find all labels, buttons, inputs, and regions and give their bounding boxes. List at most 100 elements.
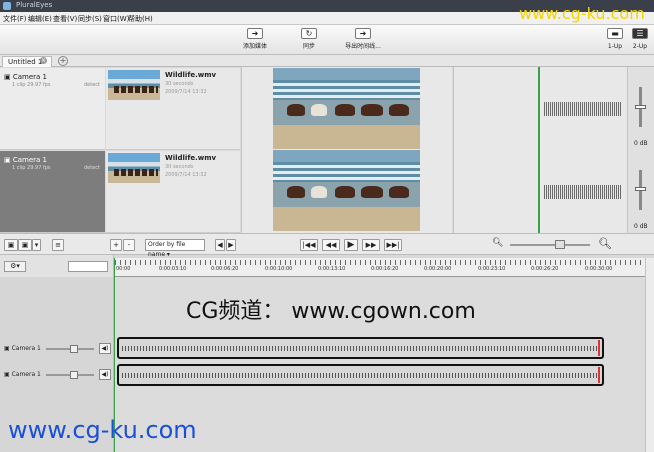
menu-sync[interactable]: 同步(S) bbox=[78, 14, 102, 24]
timeline-ruler[interactable]: 00:00 0:00:03:10 0:00:06:20 0:00:10:00 0… bbox=[115, 258, 654, 277]
camera-name: ▣ Camera 1 bbox=[4, 73, 47, 81]
ruler-label: 0:00:30:00 bbox=[585, 266, 613, 272]
ruler-label: 00:00 bbox=[116, 266, 131, 272]
timeline-clip[interactable] bbox=[117, 364, 604, 386]
ruler-label: 0:00:26:20 bbox=[531, 266, 559, 272]
next-icon[interactable]: ▶ bbox=[226, 239, 236, 251]
sync-button[interactable]: ↻ 同步 bbox=[284, 27, 334, 53]
speaker-icon[interactable]: ◀) bbox=[99, 343, 111, 354]
remove-button[interactable]: - bbox=[123, 239, 135, 251]
export-timeline-button[interactable]: ➜ 导出时间线... bbox=[338, 27, 388, 53]
menu-window[interactable]: 窗口(W) bbox=[103, 14, 129, 24]
track-name: ▣ Camera 1 bbox=[4, 371, 41, 378]
gear-icon[interactable]: ⚙▾ bbox=[4, 261, 26, 272]
go-end-icon[interactable]: ▶▶| bbox=[384, 239, 402, 251]
camera-add-icon[interactable]: ▣ bbox=[4, 239, 18, 251]
zoom-in-icon[interactable]: 🔍︎ bbox=[598, 237, 612, 250]
speaker-icon[interactable]: ◀) bbox=[99, 369, 111, 380]
camera-status: detect bbox=[84, 165, 100, 171]
camera-name: ▣ Camera 1 bbox=[4, 156, 47, 164]
zoom-out-icon[interactable]: 🔍︎ bbox=[492, 238, 503, 248]
layout-1up-icon: ▬ bbox=[607, 28, 623, 39]
db-readout: 0 dB bbox=[634, 223, 648, 230]
menu-file[interactable]: 文件(F) bbox=[3, 14, 27, 24]
audio-waveform bbox=[544, 185, 622, 199]
sync-icon: ↻ bbox=[301, 28, 317, 39]
ruler-label: 0:00:16:20 bbox=[371, 266, 399, 272]
clip-waveform bbox=[122, 373, 600, 378]
tab-label: Untitled 1 bbox=[8, 58, 43, 66]
order-select[interactable]: Order by file name ▾ bbox=[145, 239, 205, 258]
add-button[interactable]: + bbox=[110, 239, 122, 251]
control-bar: ▣ ▣ ▾ ≡ + - Order by file name ▾ ◀ ▶ |◀◀… bbox=[0, 233, 654, 258]
timeline-clip[interactable] bbox=[117, 337, 604, 359]
track-volume-knob[interactable] bbox=[70, 345, 78, 353]
track-header: ▣ Camera 1 ◀) bbox=[0, 339, 114, 359]
prev-icon[interactable]: ◀ bbox=[215, 239, 225, 251]
close-tab-icon[interactable]: × bbox=[40, 57, 47, 64]
list-icon[interactable]: ≡ bbox=[52, 239, 64, 251]
zoom-slider-thumb[interactable] bbox=[555, 240, 565, 249]
layout-1up-button[interactable]: ▬ 1-Up bbox=[602, 27, 628, 53]
track-name: ▣ Camera 1 bbox=[4, 345, 41, 352]
clip-thumbnail bbox=[108, 153, 160, 183]
camera-link-icon[interactable]: ▣ bbox=[18, 239, 32, 251]
timeline-scrollbar[interactable] bbox=[645, 258, 654, 452]
video-frame-top bbox=[273, 68, 420, 149]
add-media-button[interactable]: ➜ 添加媒体 bbox=[230, 27, 280, 53]
zoom-slider-track[interactable] bbox=[510, 244, 590, 246]
rewind-icon[interactable]: ◀◀ bbox=[322, 239, 340, 251]
track-header: ▣ Camera 1 ◀) bbox=[0, 365, 114, 385]
watermark-center: CG频道： www.cgown.com bbox=[186, 299, 476, 324]
db-readout: 0 dB bbox=[634, 140, 648, 147]
ruler-label: 0:00:13:10 bbox=[318, 266, 346, 272]
main-toolbar: ➜ 添加媒体 ↻ 同步 ➜ 导出时间线... ▬ 1-Up ☰ 2-Up bbox=[0, 25, 654, 55]
ruler-label: 0:00:23:10 bbox=[478, 266, 506, 272]
menu-view[interactable]: 查看(V) bbox=[53, 14, 77, 24]
video-preview-panel bbox=[241, 67, 452, 233]
camera-meta: 1 clip 29.97 fps bbox=[12, 82, 51, 88]
add-media-icon: ➜ bbox=[247, 28, 263, 39]
volume-fader-knob[interactable] bbox=[635, 105, 646, 109]
app-icon bbox=[3, 2, 11, 10]
ruler-label: 0:00:03:10 bbox=[159, 266, 187, 272]
playhead-marker bbox=[538, 67, 540, 233]
camera-status: detect bbox=[84, 82, 100, 88]
track-volume-knob[interactable] bbox=[70, 371, 78, 379]
fast-forward-icon[interactable]: ▶▶ bbox=[362, 239, 380, 251]
clip-waveform bbox=[122, 346, 600, 351]
play-icon[interactable]: ▶ bbox=[344, 239, 358, 251]
clip-row[interactable]: Wildlife.wmv 30 seconds 2009/7/14 13:32 bbox=[106, 151, 240, 233]
volume-mixer: 0 dB 0 dB bbox=[627, 67, 654, 233]
watermark-top-right: www.cg-ku.com bbox=[519, 4, 645, 23]
chevron-down-icon[interactable]: ▾ bbox=[32, 239, 41, 251]
clip-thumbnail bbox=[108, 70, 160, 100]
camera-row[interactable]: ▣ Camera 1 1 clip 29.97 fps detect bbox=[0, 68, 105, 150]
export-icon: ➜ bbox=[355, 28, 371, 39]
camera-row-selected[interactable]: ▣ Camera 1 1 clip 29.97 fps detect bbox=[0, 151, 105, 233]
go-start-icon[interactable]: |◀◀ bbox=[300, 239, 318, 251]
tab-bar: Untitled 1 × + bbox=[0, 55, 654, 67]
menu-help[interactable]: 帮助(H) bbox=[128, 14, 153, 24]
clip-row[interactable]: Wildlife.wmv 30 seconds 2009/7/14 13:32 bbox=[106, 68, 240, 150]
volume-fader-knob[interactable] bbox=[635, 187, 646, 191]
timecode-input[interactable] bbox=[68, 261, 108, 272]
window-title: PluralEyes bbox=[16, 1, 53, 9]
layout-2up-icon: ☰ bbox=[632, 28, 648, 39]
clip-duration: 30 seconds bbox=[165, 81, 194, 87]
add-tab-icon[interactable]: + bbox=[58, 56, 68, 66]
clip-filename: Wildlife.wmv bbox=[165, 71, 217, 79]
clip-duration: 30 seconds bbox=[165, 164, 194, 170]
audio-waveform bbox=[544, 102, 622, 116]
clip-date: 2009/7/14 13:32 bbox=[165, 172, 207, 178]
watermark-bottom-left: www.cg-ku.com bbox=[8, 416, 197, 444]
ruler-label: 0:00:20:00 bbox=[424, 266, 452, 272]
menu-edit[interactable]: 编辑(E) bbox=[28, 14, 52, 24]
audio-waveform-panel bbox=[453, 67, 627, 233]
timeline-header-left: ⚙▾ bbox=[0, 255, 114, 277]
clip-filename: Wildlife.wmv bbox=[165, 154, 217, 162]
layout-2up-button[interactable]: ☰ 2-Up bbox=[627, 27, 653, 53]
clip-date: 2009/7/14 13:32 bbox=[165, 89, 207, 95]
camera-meta: 1 clip 29.97 fps bbox=[12, 165, 51, 171]
ruler-label: 0:00:10:00 bbox=[265, 266, 293, 272]
